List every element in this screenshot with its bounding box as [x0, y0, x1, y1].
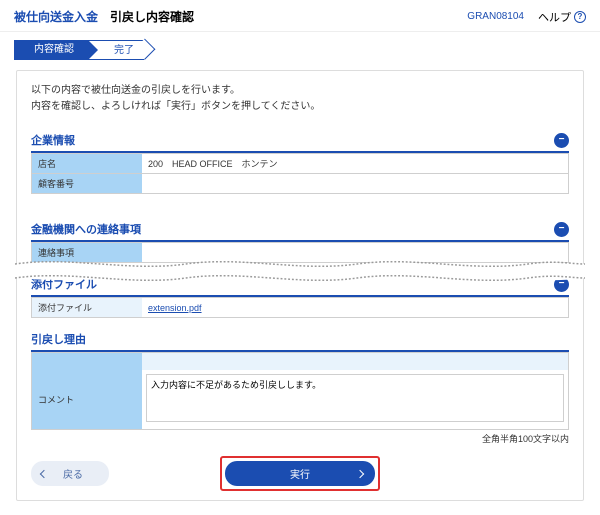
reason-header-pad-value — [142, 353, 568, 370]
comment-label: コメント — [32, 370, 142, 429]
comment-textarea[interactable] — [146, 374, 564, 422]
comment-note: 全角半角100文字以内 — [31, 430, 569, 445]
customer-number-value — [142, 174, 568, 193]
execute-button[interactable]: 実行 — [225, 461, 375, 486]
section-attach-title: 添付ファイル — [31, 276, 554, 292]
section-reason-title: 引戻し理由 — [31, 331, 569, 347]
execute-highlight: 実行 — [220, 456, 380, 491]
attachment-link[interactable]: extension.pdf — [148, 303, 202, 313]
branch-value: 200 HEAD OFFICE ホンテン — [142, 154, 568, 173]
reason-header-pad — [32, 353, 142, 370]
attach-label: 添付ファイル — [32, 298, 142, 317]
collapse-attach-icon[interactable]: − — [554, 277, 569, 292]
fi-note-label: 連絡事項 — [32, 243, 142, 262]
help-label: ヘルプ — [538, 9, 571, 25]
back-button[interactable]: 戻る — [31, 461, 109, 486]
collapse-company-icon[interactable]: − — [554, 133, 569, 148]
customer-number-label: 顧客番号 — [32, 174, 142, 193]
attach-value: extension.pdf — [142, 298, 568, 317]
collapse-fi-note-icon[interactable]: − — [554, 222, 569, 237]
intro-line1: 以下の内容で被仕向送金の引戻しを行います。 — [31, 83, 569, 99]
intro-line2: 内容を確認し、よろしければ「実行」ボタンを押してください。 — [31, 99, 569, 115]
section-company-title: 企業情報 — [31, 132, 554, 148]
step-indicator: 内容確認 完了 — [0, 32, 600, 70]
help-icon: ? — [574, 11, 586, 23]
step-confirm: 内容確認 — [14, 40, 88, 60]
screen-id: GRAN08104 — [467, 11, 524, 22]
section-fi-note-title: 金融機関への連絡事項 — [31, 221, 554, 237]
page-category: 被仕向送金入金 — [14, 8, 98, 25]
branch-label: 店名 — [32, 154, 142, 173]
fi-note-value — [142, 243, 568, 262]
intro-text: 以下の内容で被仕向送金の引戻しを行います。 内容を確認し、よろしければ「実行」ボ… — [31, 83, 569, 115]
page-title: 引戻し内容確認 — [110, 8, 194, 25]
help-link[interactable]: ヘルプ ? — [538, 9, 586, 25]
